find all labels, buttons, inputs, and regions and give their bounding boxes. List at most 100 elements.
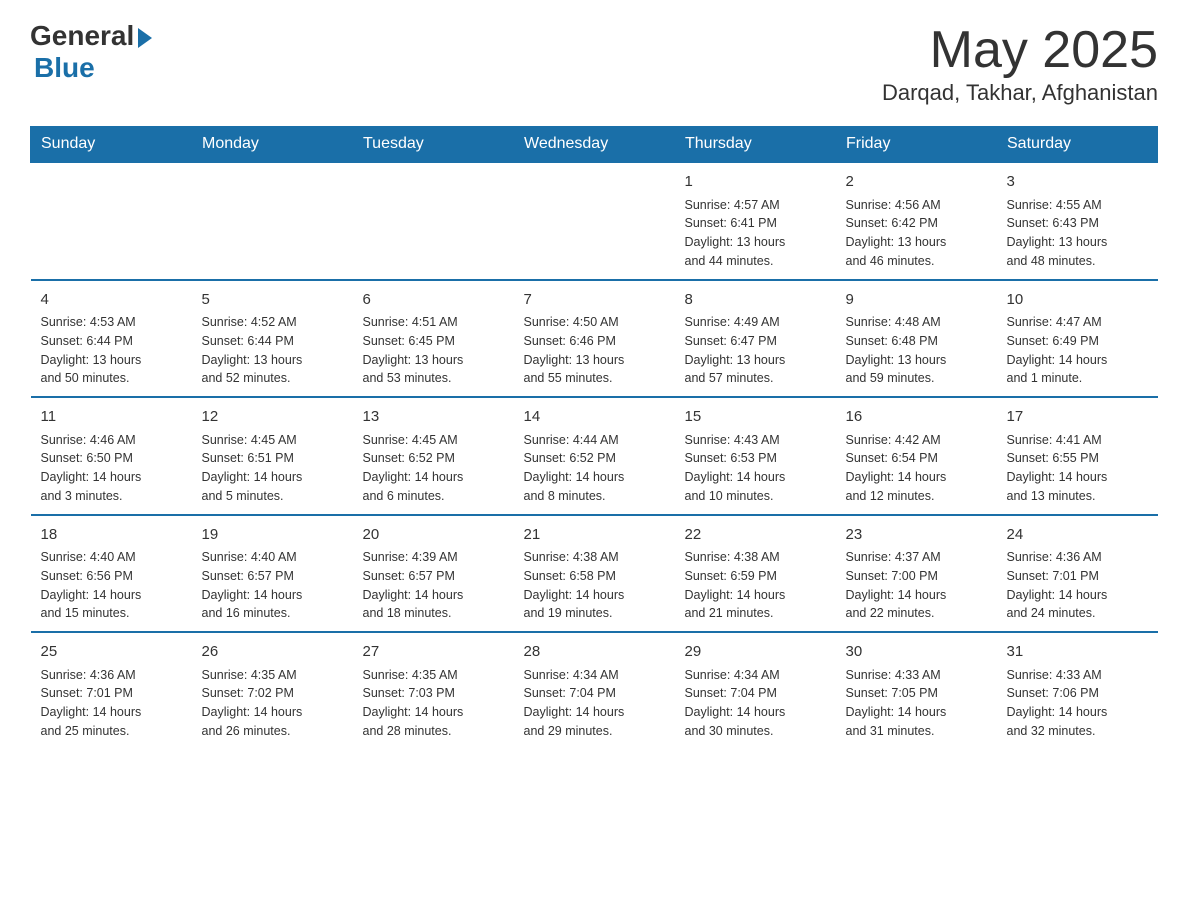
day-info: Sunrise: 4:34 AM Sunset: 7:04 PM Dayligh… [524, 666, 665, 741]
day-info: Sunrise: 4:46 AM Sunset: 6:50 PM Dayligh… [41, 431, 182, 506]
day-info: Sunrise: 4:38 AM Sunset: 6:58 PM Dayligh… [524, 548, 665, 623]
day-number: 14 [524, 406, 665, 429]
day-number: 3 [1007, 171, 1148, 194]
day-info: Sunrise: 4:49 AM Sunset: 6:47 PM Dayligh… [685, 313, 826, 388]
day-info: Sunrise: 4:38 AM Sunset: 6:59 PM Dayligh… [685, 548, 826, 623]
calendar-day-cell: 18Sunrise: 4:40 AM Sunset: 6:56 PM Dayli… [31, 515, 192, 633]
day-info: Sunrise: 4:53 AM Sunset: 6:44 PM Dayligh… [41, 313, 182, 388]
day-number: 28 [524, 641, 665, 664]
calendar-day-cell: 8Sunrise: 4:49 AM Sunset: 6:47 PM Daylig… [675, 280, 836, 398]
calendar-day-cell: 26Sunrise: 4:35 AM Sunset: 7:02 PM Dayli… [192, 632, 353, 749]
calendar-header-row: SundayMondayTuesdayWednesdayThursdayFrid… [31, 127, 1158, 163]
day-number: 10 [1007, 289, 1148, 312]
calendar-day-cell: 15Sunrise: 4:43 AM Sunset: 6:53 PM Dayli… [675, 397, 836, 515]
day-number: 15 [685, 406, 826, 429]
calendar-day-cell: 13Sunrise: 4:45 AM Sunset: 6:52 PM Dayli… [353, 397, 514, 515]
day-info: Sunrise: 4:34 AM Sunset: 7:04 PM Dayligh… [685, 666, 826, 741]
logo-blue-text: Blue [34, 52, 95, 84]
logo-general-text: General [30, 20, 134, 52]
day-number: 7 [524, 289, 665, 312]
day-number: 25 [41, 641, 182, 664]
calendar-table: SundayMondayTuesdayWednesdayThursdayFrid… [30, 126, 1158, 749]
calendar-day-cell: 5Sunrise: 4:52 AM Sunset: 6:44 PM Daylig… [192, 280, 353, 398]
calendar-day-cell: 30Sunrise: 4:33 AM Sunset: 7:05 PM Dayli… [836, 632, 997, 749]
calendar-day-cell: 24Sunrise: 4:36 AM Sunset: 7:01 PM Dayli… [997, 515, 1158, 633]
logo: General Blue [30, 20, 152, 84]
day-number: 21 [524, 524, 665, 547]
calendar-day-cell: 9Sunrise: 4:48 AM Sunset: 6:48 PM Daylig… [836, 280, 997, 398]
calendar-day-cell [514, 162, 675, 280]
calendar-day-cell: 2Sunrise: 4:56 AM Sunset: 6:42 PM Daylig… [836, 162, 997, 280]
day-info: Sunrise: 4:48 AM Sunset: 6:48 PM Dayligh… [846, 313, 987, 388]
calendar-week-row: 11Sunrise: 4:46 AM Sunset: 6:50 PM Dayli… [31, 397, 1158, 515]
calendar-header-wednesday: Wednesday [514, 127, 675, 163]
day-info: Sunrise: 4:55 AM Sunset: 6:43 PM Dayligh… [1007, 196, 1148, 271]
day-info: Sunrise: 4:45 AM Sunset: 6:52 PM Dayligh… [363, 431, 504, 506]
calendar-day-cell [31, 162, 192, 280]
calendar-header-friday: Friday [836, 127, 997, 163]
day-number: 5 [202, 289, 343, 312]
title-section: May 2025 Darqad, Takhar, Afghanistan [882, 20, 1158, 106]
calendar-day-cell: 20Sunrise: 4:39 AM Sunset: 6:57 PM Dayli… [353, 515, 514, 633]
calendar-day-cell: 4Sunrise: 4:53 AM Sunset: 6:44 PM Daylig… [31, 280, 192, 398]
calendar-day-cell: 1Sunrise: 4:57 AM Sunset: 6:41 PM Daylig… [675, 162, 836, 280]
calendar-header-thursday: Thursday [675, 127, 836, 163]
day-info: Sunrise: 4:47 AM Sunset: 6:49 PM Dayligh… [1007, 313, 1148, 388]
day-info: Sunrise: 4:51 AM Sunset: 6:45 PM Dayligh… [363, 313, 504, 388]
day-number: 31 [1007, 641, 1148, 664]
day-info: Sunrise: 4:52 AM Sunset: 6:44 PM Dayligh… [202, 313, 343, 388]
day-number: 29 [685, 641, 826, 664]
day-info: Sunrise: 4:50 AM Sunset: 6:46 PM Dayligh… [524, 313, 665, 388]
calendar-day-cell: 23Sunrise: 4:37 AM Sunset: 7:00 PM Dayli… [836, 515, 997, 633]
day-info: Sunrise: 4:56 AM Sunset: 6:42 PM Dayligh… [846, 196, 987, 271]
calendar-day-cell: 19Sunrise: 4:40 AM Sunset: 6:57 PM Dayli… [192, 515, 353, 633]
calendar-day-cell: 28Sunrise: 4:34 AM Sunset: 7:04 PM Dayli… [514, 632, 675, 749]
day-info: Sunrise: 4:45 AM Sunset: 6:51 PM Dayligh… [202, 431, 343, 506]
calendar-day-cell: 29Sunrise: 4:34 AM Sunset: 7:04 PM Dayli… [675, 632, 836, 749]
day-info: Sunrise: 4:41 AM Sunset: 6:55 PM Dayligh… [1007, 431, 1148, 506]
day-info: Sunrise: 4:42 AM Sunset: 6:54 PM Dayligh… [846, 431, 987, 506]
page-header: General Blue May 2025 Darqad, Takhar, Af… [30, 20, 1158, 106]
calendar-week-row: 1Sunrise: 4:57 AM Sunset: 6:41 PM Daylig… [31, 162, 1158, 280]
day-info: Sunrise: 4:40 AM Sunset: 6:57 PM Dayligh… [202, 548, 343, 623]
day-number: 13 [363, 406, 504, 429]
day-info: Sunrise: 4:35 AM Sunset: 7:03 PM Dayligh… [363, 666, 504, 741]
calendar-header-monday: Monday [192, 127, 353, 163]
day-number: 12 [202, 406, 343, 429]
calendar-day-cell: 16Sunrise: 4:42 AM Sunset: 6:54 PM Dayli… [836, 397, 997, 515]
day-info: Sunrise: 4:57 AM Sunset: 6:41 PM Dayligh… [685, 196, 826, 271]
location-title: Darqad, Takhar, Afghanistan [882, 80, 1158, 106]
day-info: Sunrise: 4:33 AM Sunset: 7:05 PM Dayligh… [846, 666, 987, 741]
day-number: 2 [846, 171, 987, 194]
calendar-header-tuesday: Tuesday [353, 127, 514, 163]
day-number: 22 [685, 524, 826, 547]
calendar-header-sunday: Sunday [31, 127, 192, 163]
day-info: Sunrise: 4:39 AM Sunset: 6:57 PM Dayligh… [363, 548, 504, 623]
day-info: Sunrise: 4:40 AM Sunset: 6:56 PM Dayligh… [41, 548, 182, 623]
day-info: Sunrise: 4:33 AM Sunset: 7:06 PM Dayligh… [1007, 666, 1148, 741]
calendar-day-cell: 6Sunrise: 4:51 AM Sunset: 6:45 PM Daylig… [353, 280, 514, 398]
calendar-day-cell: 7Sunrise: 4:50 AM Sunset: 6:46 PM Daylig… [514, 280, 675, 398]
day-number: 20 [363, 524, 504, 547]
day-number: 6 [363, 289, 504, 312]
day-number: 23 [846, 524, 987, 547]
day-number: 27 [363, 641, 504, 664]
calendar-day-cell: 31Sunrise: 4:33 AM Sunset: 7:06 PM Dayli… [997, 632, 1158, 749]
day-number: 16 [846, 406, 987, 429]
day-number: 26 [202, 641, 343, 664]
calendar-day-cell: 21Sunrise: 4:38 AM Sunset: 6:58 PM Dayli… [514, 515, 675, 633]
day-info: Sunrise: 4:35 AM Sunset: 7:02 PM Dayligh… [202, 666, 343, 741]
day-info: Sunrise: 4:43 AM Sunset: 6:53 PM Dayligh… [685, 431, 826, 506]
day-number: 24 [1007, 524, 1148, 547]
calendar-day-cell: 10Sunrise: 4:47 AM Sunset: 6:49 PM Dayli… [997, 280, 1158, 398]
day-number: 17 [1007, 406, 1148, 429]
calendar-day-cell: 17Sunrise: 4:41 AM Sunset: 6:55 PM Dayli… [997, 397, 1158, 515]
calendar-day-cell: 27Sunrise: 4:35 AM Sunset: 7:03 PM Dayli… [353, 632, 514, 749]
day-number: 8 [685, 289, 826, 312]
day-info: Sunrise: 4:36 AM Sunset: 7:01 PM Dayligh… [41, 666, 182, 741]
day-number: 11 [41, 406, 182, 429]
calendar-day-cell: 22Sunrise: 4:38 AM Sunset: 6:59 PM Dayli… [675, 515, 836, 633]
day-number: 18 [41, 524, 182, 547]
calendar-week-row: 25Sunrise: 4:36 AM Sunset: 7:01 PM Dayli… [31, 632, 1158, 749]
day-number: 19 [202, 524, 343, 547]
